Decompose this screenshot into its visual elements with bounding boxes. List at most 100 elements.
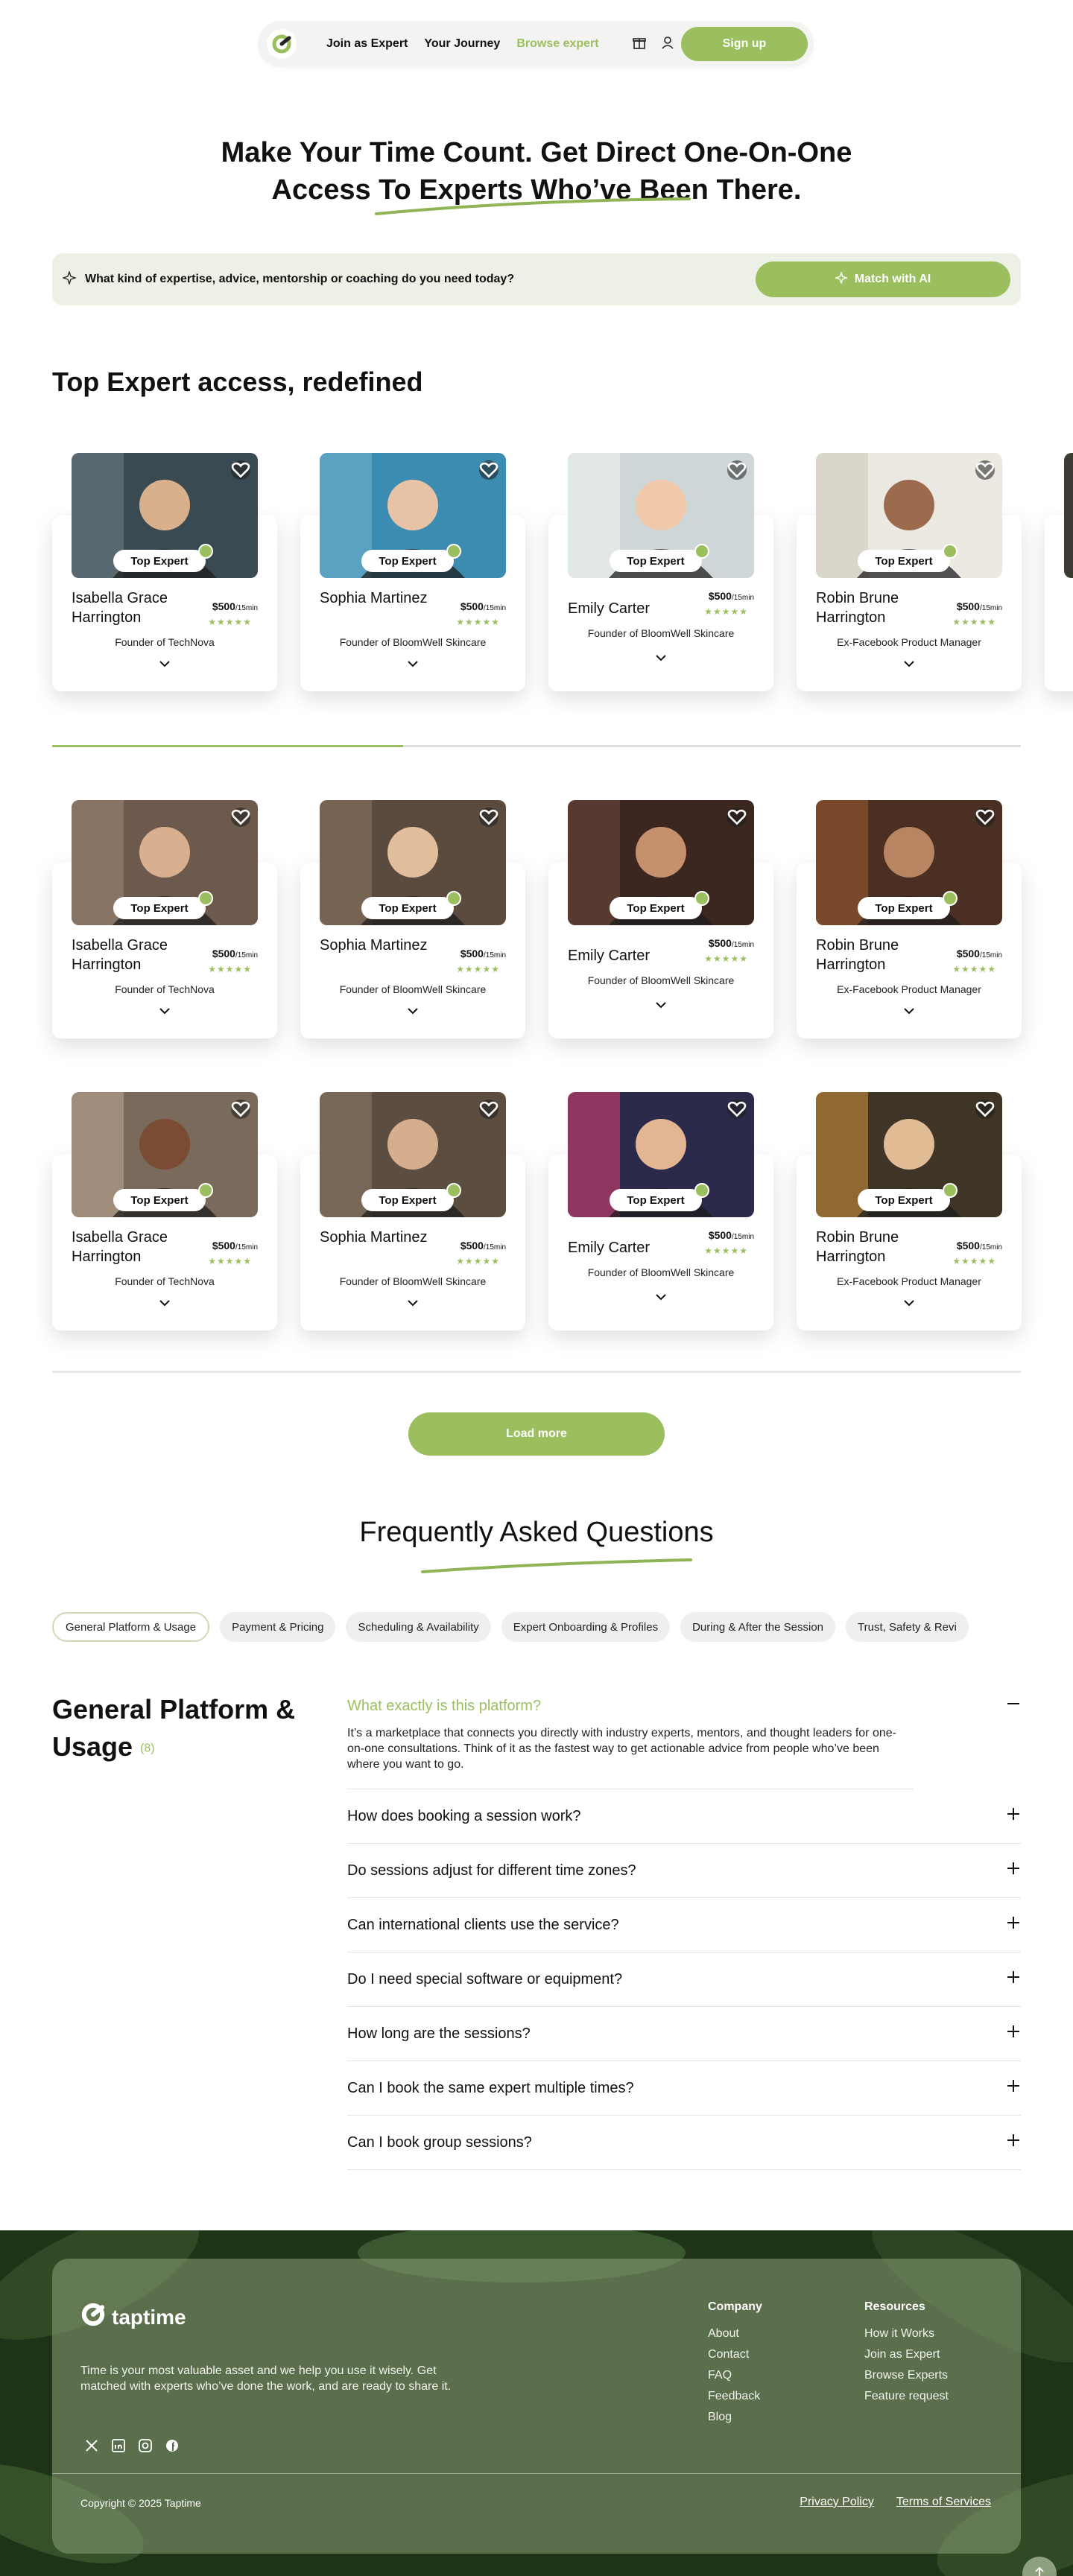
expert-card[interactable]: Top Expert Robin Brune Harrington $500/1…	[797, 800, 1022, 1038]
expert-card[interactable]: Top Expert Sophia Martinez $500/15min ★★…	[300, 800, 525, 1038]
expert-card[interactable]: Top Expert Isabella Grace Harrington $50…	[52, 1092, 277, 1330]
chevron-down-icon[interactable]	[405, 659, 420, 669]
footer-link-join-expert[interactable]: Join as Expert	[864, 2348, 949, 2361]
load-more-button[interactable]: Load more	[408, 1412, 665, 1456]
minus-icon[interactable]	[1006, 1696, 1021, 1716]
faq-item[interactable]: Can I book the same expert multiple time…	[347, 2061, 1021, 2116]
expert-card[interactable]: Top Expert Robin Brune Harrington $500/1…	[797, 453, 1022, 691]
plus-icon[interactable]	[1006, 2133, 1021, 2152]
tab-trust-safety[interactable]: Trust, Safety & Revi	[846, 1612, 969, 1642]
expert-card[interactable]: Top Expert Sophia Martinez $500/15min ★★…	[300, 453, 525, 691]
expert-card[interactable]: Top Expert Emily Carter $500/15min ★★★★★…	[548, 800, 773, 1038]
faq-open-question[interactable]: What exactly is this platform?	[347, 1691, 1021, 1721]
footer-link-blog[interactable]: Blog	[708, 2411, 762, 2424]
privacy-policy-link[interactable]: Privacy Policy	[800, 2496, 874, 2509]
plus-icon[interactable]	[1006, 1806, 1021, 1826]
expert-card-peek[interactable]	[1045, 453, 1073, 691]
expert-photo[interactable]: Top Expert	[320, 1092, 506, 1217]
tab-scheduling[interactable]: Scheduling & Availability	[346, 1612, 491, 1642]
linkedin-icon[interactable]	[110, 2437, 127, 2454]
footer-link-how-it-works[interactable]: How it Works	[864, 2327, 949, 2341]
gift-icon[interactable]	[632, 35, 647, 54]
heart-icon[interactable]	[479, 1100, 498, 1119]
expert-card[interactable]: Top Expert Isabella Grace Harrington $50…	[52, 453, 277, 691]
plus-icon[interactable]	[1006, 1970, 1021, 1989]
chevron-down-icon[interactable]	[405, 1006, 420, 1016]
expert-photo[interactable]: Top Expert	[568, 800, 754, 925]
expert-photo[interactable]: Top Expert	[816, 453, 1002, 578]
footer-link-browse-experts[interactable]: Browse Experts	[864, 2369, 949, 2382]
logo-icon[interactable]	[267, 29, 297, 59]
heart-icon[interactable]	[231, 808, 250, 827]
heart-icon[interactable]	[727, 808, 747, 827]
plus-icon[interactable]	[1006, 1915, 1021, 1935]
nav-your-journey[interactable]: Your Journey	[424, 37, 500, 51]
expert-photo[interactable]: Top Expert	[72, 800, 258, 925]
heart-icon[interactable]	[975, 1100, 995, 1119]
carousel-progress[interactable]	[52, 745, 1021, 747]
expert-photo[interactable]	[1064, 453, 1073, 578]
x-icon[interactable]	[83, 2437, 100, 2454]
tab-payment[interactable]: Payment & Pricing	[220, 1612, 336, 1642]
expert-photo[interactable]: Top Expert	[816, 1092, 1002, 1217]
plus-icon[interactable]	[1006, 2024, 1021, 2043]
heart-icon[interactable]	[727, 1100, 747, 1119]
faq-item[interactable]: Can international clients use the servic…	[347, 1898, 1021, 1952]
match-with-ai-button[interactable]: Match with AI	[756, 261, 1010, 297]
chevron-down-icon[interactable]	[902, 1006, 917, 1016]
facebook-icon[interactable]	[164, 2437, 180, 2454]
footer-link-contact[interactable]: Contact	[708, 2348, 762, 2361]
chevron-down-icon[interactable]	[653, 653, 668, 663]
expert-card[interactable]: Top Expert Isabella Grace Harrington $50…	[52, 800, 277, 1038]
nav-browse-expert[interactable]: Browse expert	[516, 37, 598, 51]
instagram-icon[interactable]	[137, 2437, 153, 2454]
heart-icon[interactable]	[479, 808, 498, 827]
expert-photo[interactable]: Top Expert	[72, 453, 258, 578]
expert-card[interactable]: Top Expert Robin Brune Harrington $500/1…	[797, 1092, 1022, 1330]
heart-icon[interactable]	[231, 460, 250, 480]
match-prompt[interactable]: What kind of expertise, advice, mentorsh…	[85, 273, 514, 286]
chevron-down-icon[interactable]	[902, 659, 917, 669]
expert-photo[interactable]: Top Expert	[568, 1092, 754, 1217]
plus-icon[interactable]	[1006, 2078, 1021, 2098]
chevron-down-icon[interactable]	[157, 1298, 172, 1308]
footer-link-feedback[interactable]: Feedback	[708, 2390, 762, 2403]
expert-photo[interactable]: Top Expert	[72, 1092, 258, 1217]
expert-card[interactable]: Top Expert Emily Carter $500/15min ★★★★★…	[548, 1092, 773, 1330]
nav-join-expert[interactable]: Join as Expert	[326, 37, 408, 51]
heart-icon[interactable]	[727, 460, 747, 480]
expert-card[interactable]: Top Expert Sophia Martinez $500/15min ★★…	[300, 1092, 525, 1330]
faq-item[interactable]: Can I book group sessions?	[347, 2116, 1021, 2170]
user-icon[interactable]	[660, 35, 675, 54]
footer-logo[interactable]: taptime	[80, 2302, 186, 2332]
faq-item[interactable]: Do I need special software or equipment?	[347, 1952, 1021, 2007]
footer-link-feature-request[interactable]: Feature request	[864, 2390, 949, 2403]
expert-card[interactable]: Top Expert Emily Carter $500/15min ★★★★★…	[548, 453, 773, 691]
terms-link[interactable]: Terms of Services	[896, 2496, 991, 2509]
expert-photo[interactable]: Top Expert	[568, 453, 754, 578]
heart-icon[interactable]	[975, 460, 995, 480]
heart-icon[interactable]	[231, 1100, 250, 1119]
chevron-down-icon[interactable]	[653, 1292, 668, 1302]
expert-photo[interactable]: Top Expert	[320, 453, 506, 578]
heart-icon[interactable]	[479, 460, 498, 480]
heart-icon[interactable]	[975, 808, 995, 827]
expert-photo[interactable]: Top Expert	[320, 800, 506, 925]
footer-link-about[interactable]: About	[708, 2327, 762, 2341]
plus-icon[interactable]	[1006, 1861, 1021, 1880]
verified-icon	[694, 1183, 709, 1198]
tab-during-after[interactable]: During & After the Session	[680, 1612, 836, 1642]
tab-general[interactable]: General Platform & Usage	[52, 1612, 210, 1642]
signup-button[interactable]: Sign up	[681, 27, 808, 61]
faq-item[interactable]: How does booking a session work?	[347, 1789, 1021, 1844]
chevron-down-icon[interactable]	[405, 1298, 420, 1308]
tab-onboarding[interactable]: Expert Onboarding & Profiles	[501, 1612, 671, 1642]
chevron-down-icon[interactable]	[902, 1298, 917, 1308]
chevron-down-icon[interactable]	[653, 1000, 668, 1010]
chevron-down-icon[interactable]	[157, 659, 172, 669]
faq-item[interactable]: How long are the sessions?	[347, 2007, 1021, 2061]
chevron-down-icon[interactable]	[157, 1006, 172, 1016]
expert-photo[interactable]: Top Expert	[816, 800, 1002, 925]
footer-link-faq[interactable]: FAQ	[708, 2369, 762, 2382]
faq-item[interactable]: Do sessions adjust for different time zo…	[347, 1844, 1021, 1898]
